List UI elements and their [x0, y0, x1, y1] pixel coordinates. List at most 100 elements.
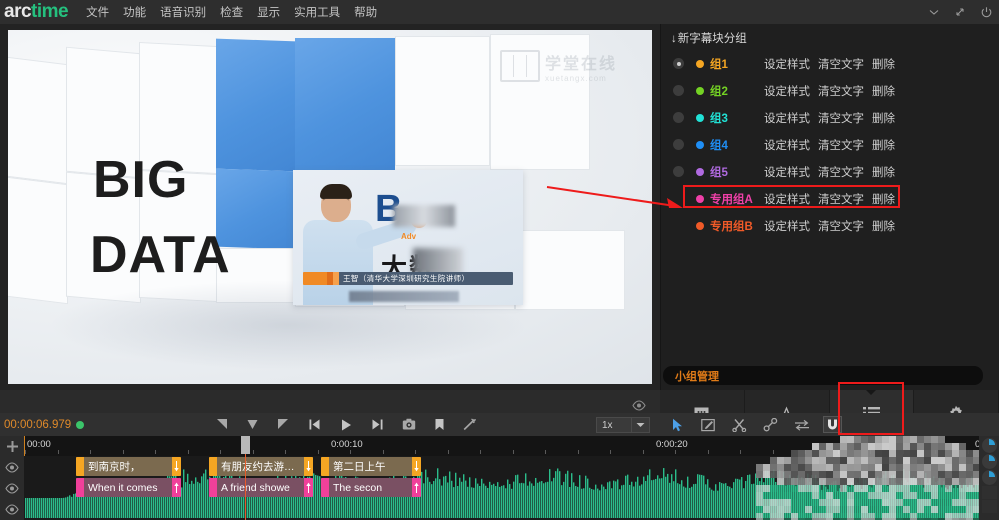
- cut-tool[interactable]: [730, 416, 749, 433]
- group-clear-text-4[interactable]: 清空文字: [818, 137, 864, 153]
- block-left-handle[interactable]: [321, 457, 329, 476]
- block-right-handle[interactable]: [172, 457, 181, 476]
- group-color-dot-1: [696, 59, 704, 68]
- block-right-handle[interactable]: [172, 478, 181, 497]
- skip-back-icon[interactable]: [308, 418, 321, 431]
- block-left-handle[interactable]: [209, 478, 217, 497]
- subtitle-block[interactable]: When it comes: [76, 478, 181, 497]
- menu-item-file[interactable]: 文件: [86, 4, 109, 20]
- flag-right-icon[interactable]: [277, 418, 290, 431]
- cube-tile-blue: [295, 38, 395, 170]
- group-row-3[interactable]: 组3 设定样式 清空文字 删除: [661, 104, 999, 131]
- group-delete-2[interactable]: 删除: [872, 83, 895, 99]
- chevron-down-icon[interactable]: [631, 418, 649, 432]
- waveform-mini-icon[interactable]: [981, 486, 997, 499]
- flag-left-icon[interactable]: [215, 418, 228, 431]
- select-tool[interactable]: [668, 416, 687, 433]
- group-clear-text-special-a[interactable]: 清空文字: [818, 191, 864, 207]
- window-controls: [928, 0, 993, 24]
- menu-item-speech[interactable]: 语音识别: [160, 4, 206, 20]
- power-icon[interactable]: [980, 6, 993, 19]
- menu-item-tools[interactable]: 实用工具: [294, 4, 340, 20]
- bookmark-icon[interactable]: [434, 418, 445, 431]
- group-radio-1[interactable]: [673, 58, 684, 69]
- group-radio-5[interactable]: [673, 166, 684, 177]
- menu-item-function[interactable]: 功能: [123, 4, 146, 20]
- block-right-handle[interactable]: [412, 478, 421, 497]
- block-left-handle[interactable]: [76, 478, 84, 497]
- group-row-2[interactable]: 组2 设定样式 清空文字 删除: [661, 77, 999, 104]
- menu-item-display[interactable]: 显示: [257, 4, 280, 20]
- group-delete-special-b[interactable]: 删除: [872, 218, 895, 234]
- group-delete-special-a[interactable]: 删除: [872, 191, 895, 207]
- skip-forward-icon[interactable]: [371, 418, 384, 431]
- zoom-knob-3[interactable]: [981, 470, 997, 485]
- group-delete-5[interactable]: 删除: [872, 164, 895, 180]
- group-delete-3[interactable]: 删除: [872, 110, 895, 126]
- add-track-button[interactable]: [0, 436, 24, 457]
- group-radio-4[interactable]: [673, 139, 684, 150]
- scissors-icon: [732, 418, 747, 432]
- slide-blur-bar: [393, 205, 455, 227]
- track-visibility-2[interactable]: [0, 478, 24, 499]
- block-right-handle[interactable]: [304, 478, 313, 497]
- subtitle-block[interactable]: A friend showe: [209, 478, 313, 497]
- group-row-5[interactable]: 组5 设定样式 清空文字 删除: [661, 158, 999, 185]
- group-radio-2[interactable]: [673, 85, 684, 96]
- block-right-handle[interactable]: [304, 457, 313, 476]
- group-radio-3[interactable]: [673, 112, 684, 123]
- subtitle-block[interactable]: 第二日上午: [321, 457, 421, 476]
- group-clear-text-2[interactable]: 清空文字: [818, 83, 864, 99]
- group-set-style-special-a[interactable]: 设定样式: [764, 191, 810, 207]
- group-color-dot-special-a: [696, 194, 704, 203]
- group-set-style-2[interactable]: 设定样式: [764, 83, 810, 99]
- magnet-tool[interactable]: [823, 416, 842, 433]
- group-set-style-4[interactable]: 设定样式: [764, 137, 810, 153]
- zoom-knob-2[interactable]: [981, 454, 997, 469]
- group-row-4[interactable]: 组4 设定样式 清空文字 删除: [661, 131, 999, 158]
- block-right-handle[interactable]: [412, 457, 421, 476]
- logo-time: time: [31, 1, 69, 22]
- maximize-icon[interactable]: [954, 6, 966, 18]
- group-set-style-3[interactable]: 设定样式: [764, 110, 810, 126]
- track-visibility-3[interactable]: [0, 499, 24, 520]
- group-row-special-a[interactable]: 专用组A 设定样式 清空文字 删除: [661, 185, 999, 212]
- swap-tool[interactable]: [792, 416, 811, 433]
- levels-mini-icon[interactable]: [981, 500, 997, 513]
- wand-icon[interactable]: [463, 418, 477, 431]
- playhead[interactable]: [241, 436, 250, 520]
- menu-item-help[interactable]: 帮助: [354, 4, 377, 20]
- playhead-grip[interactable]: [241, 436, 250, 454]
- group-clear-text-3[interactable]: 清空文字: [818, 110, 864, 126]
- play-icon[interactable]: [339, 418, 353, 432]
- edit-tool[interactable]: [699, 416, 718, 433]
- group-delete-4[interactable]: 删除: [872, 137, 895, 153]
- subtitle-block[interactable]: 有朋友约去游…: [209, 457, 313, 476]
- group-clear-text-special-b[interactable]: 清空文字: [818, 218, 864, 234]
- track-visibility-1[interactable]: [0, 457, 24, 478]
- ruler-label-10: 0:00:10: [331, 439, 363, 450]
- camera-icon[interactable]: [402, 418, 416, 431]
- group-set-style-5[interactable]: 设定样式: [764, 164, 810, 180]
- mosaic-svg: [756, 436, 999, 520]
- group-delete-1[interactable]: 删除: [872, 56, 895, 72]
- block-text: 到南京时，: [88, 461, 141, 473]
- group-set-style-special-b[interactable]: 设定样式: [764, 218, 810, 234]
- block-left-handle[interactable]: [321, 478, 329, 497]
- group-row-1[interactable]: 组1 设定样式 清空文字 删除: [661, 50, 999, 77]
- subtitle-block[interactable]: 到南京时，: [76, 457, 181, 476]
- minimize-icon[interactable]: [928, 6, 940, 18]
- zoom-knob-1[interactable]: [981, 438, 997, 453]
- block-left-handle[interactable]: [76, 457, 84, 476]
- link-tool[interactable]: [761, 416, 780, 433]
- group-row-special-b[interactable]: 专用组B 设定样式 清空文字 删除: [661, 212, 999, 239]
- playback-speed-select[interactable]: 1x: [596, 417, 650, 433]
- group-set-style-1[interactable]: 设定样式: [764, 56, 810, 72]
- group-clear-text-5[interactable]: 清空文字: [818, 164, 864, 180]
- playback-controls: [215, 413, 477, 436]
- group-clear-text-1[interactable]: 清空文字: [818, 56, 864, 72]
- triangle-down-icon[interactable]: [246, 418, 259, 431]
- subtitle-block[interactable]: The secon: [321, 478, 421, 497]
- menu-item-check[interactable]: 检查: [220, 4, 243, 20]
- block-left-handle[interactable]: [209, 457, 217, 476]
